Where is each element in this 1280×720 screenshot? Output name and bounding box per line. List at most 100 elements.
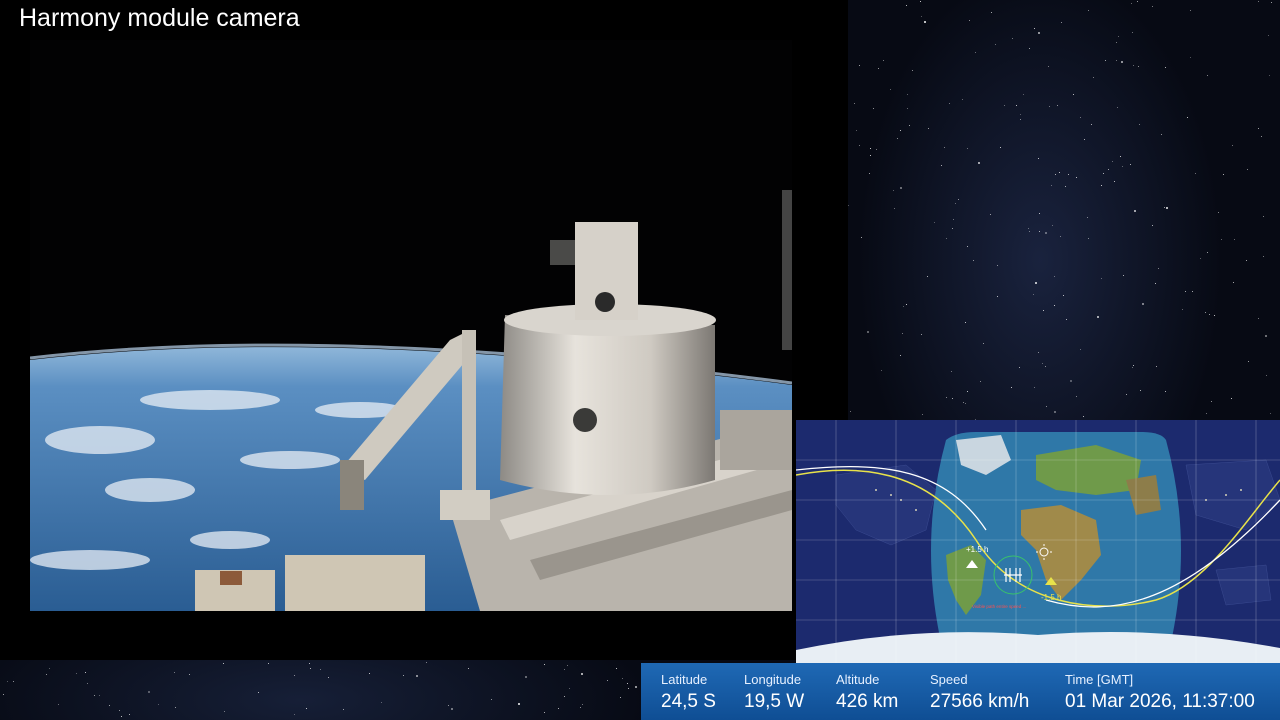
star <box>1270 2 1272 4</box>
star <box>905 5 907 7</box>
star <box>1087 216 1089 218</box>
star <box>1263 255 1265 257</box>
star <box>875 149 877 151</box>
star <box>1062 295 1064 297</box>
star <box>1262 216 1264 218</box>
star <box>968 19 970 21</box>
star <box>1265 335 1268 338</box>
star <box>944 147 946 149</box>
star <box>900 186 903 189</box>
ground-track-map[interactable]: +1.5 h -1.5 h Visible path entire speed … <box>796 420 1280 663</box>
star <box>58 703 60 705</box>
star <box>999 147 1001 149</box>
star <box>343 709 345 711</box>
star <box>870 154 872 156</box>
star <box>1042 362 1044 364</box>
camera-video-view[interactable] <box>30 40 792 611</box>
star <box>1234 238 1236 240</box>
star <box>1019 113 1021 115</box>
star <box>848 204 850 206</box>
star <box>870 147 872 149</box>
star <box>1189 57 1191 59</box>
star <box>1061 21 1063 23</box>
star <box>544 711 546 713</box>
star <box>1051 224 1053 226</box>
star <box>1231 398 1233 400</box>
star <box>1069 380 1072 383</box>
star <box>1048 105 1050 107</box>
star <box>1059 172 1061 174</box>
star <box>979 381 981 383</box>
star <box>978 162 981 165</box>
camera-feed-panel: Harmony module camera <box>0 0 848 660</box>
star <box>964 321 966 323</box>
star <box>1019 119 1021 121</box>
star <box>858 144 860 146</box>
star <box>1231 144 1233 146</box>
star <box>634 685 637 688</box>
star <box>1101 185 1103 187</box>
star <box>1092 76 1094 78</box>
star <box>957 199 959 201</box>
star <box>924 21 927 24</box>
star <box>1054 411 1057 414</box>
star <box>1181 309 1183 311</box>
star <box>1125 394 1127 396</box>
star <box>896 137 898 139</box>
star <box>1258 127 1260 129</box>
star <box>567 664 569 666</box>
star <box>1141 303 1144 306</box>
star <box>1161 134 1163 136</box>
star <box>1039 230 1041 232</box>
star <box>615 667 617 669</box>
star <box>1211 400 1212 402</box>
orbit-ahead-label: +1.5 h <box>966 545 988 554</box>
star <box>853 103 855 105</box>
star <box>48 668 50 670</box>
star <box>119 709 121 711</box>
star <box>1164 391 1166 393</box>
star <box>569 688 571 690</box>
star <box>883 60 885 62</box>
world-map: +1.5 h -1.5 h Visible path entire speed … <box>796 420 1280 663</box>
star <box>75 672 77 674</box>
star <box>1184 291 1186 293</box>
star <box>1039 212 1041 214</box>
star <box>1117 36 1119 38</box>
star <box>1245 260 1247 262</box>
star <box>381 701 383 703</box>
star <box>1140 390 1142 392</box>
star <box>1034 281 1037 284</box>
star <box>1037 158 1039 160</box>
star <box>1059 235 1061 237</box>
star <box>1121 61 1124 64</box>
star <box>1108 168 1110 170</box>
star <box>1152 6 1154 8</box>
star <box>1204 312 1206 314</box>
star <box>1087 10 1089 12</box>
star <box>965 403 967 405</box>
star <box>1088 238 1090 240</box>
star <box>308 662 310 664</box>
star <box>7 681 9 683</box>
star <box>973 260 975 262</box>
star <box>1076 396 1078 398</box>
altitude-label: Altitude <box>836 672 880 687</box>
star <box>1033 294 1035 296</box>
star <box>997 295 999 297</box>
star <box>147 690 150 693</box>
star <box>1053 275 1055 277</box>
star <box>1038 31 1041 34</box>
star <box>1068 173 1070 175</box>
star <box>1123 275 1125 277</box>
star <box>1164 67 1166 69</box>
star <box>894 208 896 210</box>
star <box>1138 66 1140 68</box>
star <box>945 237 947 239</box>
star <box>467 668 469 670</box>
star <box>872 107 874 109</box>
star <box>974 51 976 53</box>
star <box>1012 37 1014 39</box>
star <box>963 401 965 403</box>
star <box>517 703 520 706</box>
